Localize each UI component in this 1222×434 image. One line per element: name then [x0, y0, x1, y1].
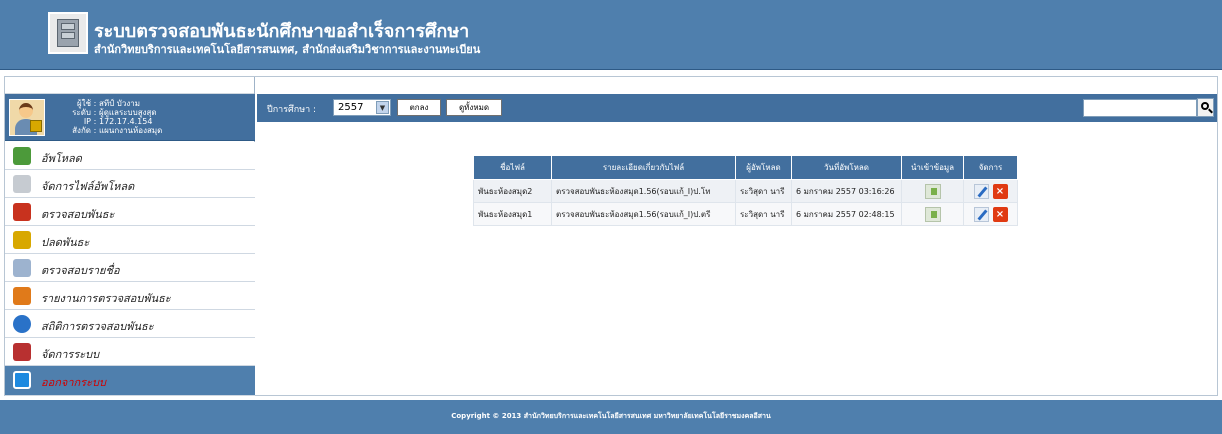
menu-item-upload[interactable]: อัพโหลด: [5, 142, 255, 170]
manage-cell: ×: [963, 179, 1018, 203]
import-data-icon[interactable]: [924, 206, 941, 222]
upload-date-cell: 6 มกราคม 2557 02:48:15: [791, 202, 902, 226]
app-subtitle: สำนักวิทยบริการและเทคโนโลยีสารสนเทศ, สำน…: [94, 43, 481, 56]
report-icon: [13, 287, 31, 305]
sidebar: ผู้ใช้: สทีป์ บัวงาม ระดับ: ผู้ดูแลระบบสูง…: [5, 77, 255, 396]
user-check-icon: [13, 203, 31, 221]
user-info-row: ระดับ: ผู้ดูแลระบบสูงสุด: [72, 108, 157, 117]
file-name-cell: พันธะห้องสมุด1: [473, 202, 552, 226]
year-label: ปีการศึกษา :: [267, 105, 317, 115]
edit-icon[interactable]: [973, 183, 989, 199]
import-cell: [901, 202, 964, 226]
table-row: พันธะห้องสมุด1 ตรวจสอบพันธะห้องสมุด1.56(…: [473, 202, 1018, 226]
pie-chart-icon: [13, 315, 31, 333]
menu-item-check-bond[interactable]: ตรวจสอบพันธะ: [5, 198, 255, 226]
user-info-panel: ผู้ใช้: สทีป์ บัวงาม ระดับ: ผู้ดูแลระบบสูง…: [5, 94, 255, 141]
column-header: ชื่อไฟล์: [473, 155, 552, 180]
user-info-row: IP:172.17.4.154: [83, 117, 153, 126]
menu-item-file-manage[interactable]: จัดการไฟล์อัพโหลด: [5, 170, 255, 198]
user-lock-avatar-icon: [9, 99, 45, 136]
upload-files-table: ชื่อไฟล์ รายละเอียดเกี่ยวกับไฟล์ ผู้อัพโ…: [473, 155, 1018, 226]
menu-item-check-names[interactable]: ตรวจสอบรายชื่อ: [5, 254, 255, 282]
cabinet-logo-icon: [48, 12, 88, 54]
year-select[interactable]: 2557 ▼: [333, 99, 391, 116]
column-header: วันที่อัพโหลด: [791, 155, 902, 180]
content-area: ปีการศึกษา : 2557 ▼ ตกลง ดูทั้งหมด ชื่อไ…: [257, 77, 1217, 395]
footer: Copyright © 2013 สำนักวิทยบริการและเทคโน…: [0, 400, 1222, 434]
user-info: ผู้ใช้: สทีป์ บัวงาม ระดับ: ผู้ดูแลระบบสูง…: [51, 99, 251, 135]
uploader-cell: ระวิสุดา นารี: [735, 202, 792, 226]
column-header: รายละเอียดเกี่ยวกับไฟล์: [551, 155, 736, 180]
user-info-row: สังกัด: แผนกงานห้องสมุด: [72, 126, 163, 135]
menu-item-release-bond[interactable]: ปลดพันธะ: [5, 226, 255, 254]
file-desc-cell: ตรวจสอบพันธะห้องสมุด1.56(รอบแก้_I)ป.ตรี: [551, 202, 736, 226]
delete-icon[interactable]: ×: [992, 206, 1008, 222]
power-icon: [13, 371, 31, 389]
import-data-icon[interactable]: [924, 183, 941, 199]
upload-date-cell: 6 มกราคม 2557 03:16:26: [791, 179, 902, 203]
manage-cell: ×: [963, 202, 1018, 226]
user-info-row: ผู้ใช้: สทีป์ บัวงาม: [76, 99, 141, 108]
uploader-cell: ระวิสุดา นารี: [735, 179, 792, 203]
header-banner: ระบบตรวจสอบพันธะนักศึกษาขอสำเร็จการศึกษา…: [0, 0, 1222, 70]
file-desc-cell: ตรวจสอบพันธะห้องสมุด1.56(รอบแก้_I)ป.โท: [551, 179, 736, 203]
table-header-row: ชื่อไฟล์ รายละเอียดเกี่ยวกับไฟล์ ผู้อัพโ…: [473, 155, 1018, 180]
search-submit-button[interactable]: [1197, 98, 1214, 117]
copyright-text: Copyright © 2013 สำนักวิทยบริการและเทคโน…: [451, 412, 771, 420]
column-header: จัดการ: [963, 155, 1018, 180]
sidebar-menu: อัพโหลด จัดการไฟล์อัพโหลด ตรวจสอบพันธะ ป…: [5, 142, 255, 396]
show-all-button[interactable]: ดูทั้งหมด: [446, 99, 502, 116]
edit-icon[interactable]: [973, 206, 989, 222]
page: ระบบตรวจสอบพันธะนักศึกษาขอสำเร็จการศึกษา…: [0, 0, 1222, 434]
user-release-icon: [13, 231, 31, 249]
chevron-down-icon[interactable]: ▼: [376, 101, 389, 114]
year-select-value: 2557: [338, 102, 364, 113]
column-header: นำเข้าข้อมูล: [901, 155, 964, 180]
column-header: ผู้อัพโหลด: [735, 155, 792, 180]
menu-item-logout[interactable]: ออกจากระบบ: [5, 366, 255, 396]
sidebar-top-spacer: [5, 77, 254, 94]
menu-item-statistics[interactable]: สถิติการตรวจสอบพันธะ: [5, 310, 255, 338]
magnifier-icon: [13, 259, 31, 277]
filter-toolbar: ปีการศึกษา : 2557 ▼ ตกลง ดูทั้งหมด: [257, 94, 1217, 122]
menu-item-report[interactable]: รายงานการตรวจสอบพันธะ: [5, 282, 255, 310]
main-frame: ผู้ใช้: สทีป์ บัวงาม ระดับ: ผู้ดูแลระบบสูง…: [4, 76, 1218, 396]
delete-icon[interactable]: ×: [992, 183, 1008, 199]
table-row: พันธะห้องสมุด2 ตรวจสอบพันธะห้องสมุด1.56(…: [473, 179, 1018, 203]
import-cell: [901, 179, 964, 203]
menu-item-system-admin[interactable]: จัดการระบบ: [5, 338, 255, 366]
file-name-cell: พันธะห้องสมุด2: [473, 179, 552, 203]
upload-icon: [13, 147, 31, 165]
search-input[interactable]: [1083, 99, 1197, 117]
search-button[interactable]: ตกลง: [397, 99, 441, 116]
file-manage-icon: [13, 175, 31, 193]
tools-icon: [13, 343, 31, 361]
